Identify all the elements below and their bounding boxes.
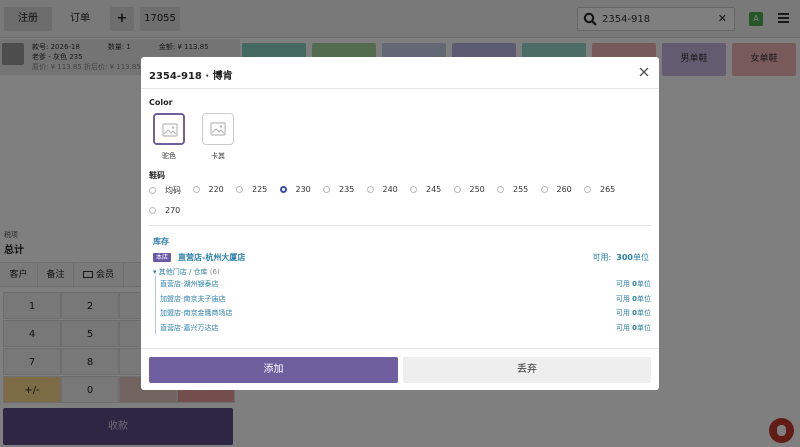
size-option-label: 265 <box>600 185 616 194</box>
size-option-label: 245 <box>426 185 442 194</box>
size-option-label: 均码 <box>165 186 181 195</box>
radio-icon[interactable] <box>323 186 330 193</box>
size-option[interactable]: 270 <box>149 206 180 215</box>
availability-unit: 单位 <box>637 309 651 317</box>
size-option-label: 270 <box>165 206 181 215</box>
size-option[interactable]: 255 <box>497 185 528 194</box>
radio-icon[interactable] <box>149 187 156 194</box>
other-stores-count: (6) <box>209 268 220 276</box>
list-item: 加盟店-南京金鹰商场店 可用 0单位 <box>156 305 651 320</box>
availability-unit: 单位 <box>637 294 651 303</box>
section-divider <box>149 225 651 226</box>
color-swatch-label: 驼色 <box>162 152 176 160</box>
size-option[interactable]: 250 <box>453 185 485 194</box>
add-button[interactable]: 添加 <box>149 357 398 383</box>
availability-unit: 单位 <box>637 280 651 288</box>
size-option[interactable]: 240 <box>366 185 398 194</box>
current-store-availability: 可用: 300单位 <box>593 252 650 263</box>
size-option-label: 240 <box>382 185 398 194</box>
availability-unit: 单位 <box>633 253 649 262</box>
current-store-name: 直营店-杭州大厦店 <box>178 253 246 262</box>
other-stores-list: 直营店-湖州银泰店 可用 0单位 加盟店-南京夫子庙店 可用 0单位 加盟店-南… <box>155 276 651 334</box>
availability-qty: 300 <box>616 253 633 262</box>
size-option[interactable]: 均码 <box>149 185 181 196</box>
size-option-label: 225 <box>252 185 268 194</box>
color-swatch-tan[interactable] <box>153 113 185 145</box>
product-variant-dialog: 2354-918 · 博肯 Color 驼色 卡其 鞋码 均码 220 225 230… <box>141 57 659 390</box>
size-option[interactable]: 235 <box>323 185 354 194</box>
size-option[interactable]: 245 <box>410 185 441 194</box>
availability-prefix: 可用 <box>615 294 630 303</box>
dialog-title: 2354-918 · 博肯 <box>149 71 233 82</box>
size-section-label: 鞋码 <box>149 171 165 180</box>
color-section-label: Color <box>149 98 173 107</box>
availability-unit: 单位 <box>637 323 651 332</box>
branch-name: 直营店-嘉兴万达店 <box>160 323 219 332</box>
radio-icon[interactable] <box>584 186 591 193</box>
color-swatch-khaki[interactable] <box>202 113 234 145</box>
size-option[interactable]: 265 <box>584 185 615 194</box>
size-option-label: 255 <box>513 185 529 194</box>
size-option-label: 220 <box>208 185 224 194</box>
discard-button[interactable]: 丢弃 <box>403 357 651 383</box>
other-stores-label: ▾ 其他门店 / 仓库 <box>153 268 208 276</box>
radio-icon[interactable] <box>149 207 156 214</box>
radio-icon[interactable] <box>236 186 243 193</box>
branch-name: 加盟店-南京夫子庙店 <box>160 294 226 303</box>
inventory-title: 库存 <box>153 237 169 246</box>
size-option-label: 235 <box>339 185 355 194</box>
size-option-label: 230 <box>295 185 311 194</box>
availability-prefix: 可用 <box>615 280 630 288</box>
radio-icon[interactable] <box>410 186 417 193</box>
radio-icon[interactable] <box>279 186 287 193</box>
size-option[interactable]: 230 <box>279 185 311 194</box>
image-placeholder-icon <box>162 123 178 137</box>
availability-prefix: 可用 <box>615 309 630 317</box>
list-item: 直营店-湖州银泰店 可用 0单位 <box>156 276 651 291</box>
list-item: 加盟店-南京夫子庙店 可用 0单位 <box>156 291 651 306</box>
size-option-label: 250 <box>469 185 485 194</box>
radio-icon[interactable] <box>366 186 374 193</box>
list-item: 直营店-嘉兴万达店 可用 0单位 <box>156 320 651 335</box>
radio-icon[interactable] <box>192 186 200 193</box>
branch-name: 加盟店-南京金鹰商场店 <box>160 309 233 317</box>
branch-availability: 可用 0单位 <box>616 308 651 318</box>
radio-icon[interactable] <box>540 186 548 193</box>
branch-availability: 可用 0单位 <box>616 279 651 289</box>
current-store-badge: 本店 <box>153 253 172 262</box>
branch-availability: 可用 0单位 <box>616 294 651 304</box>
size-option-label: 260 <box>556 185 572 194</box>
radio-icon[interactable] <box>497 186 504 193</box>
dialog-footer: 添加 丢弃 <box>141 348 659 390</box>
availability-prefix: 可用 <box>615 323 630 332</box>
close-icon[interactable] <box>637 65 651 79</box>
color-swatch-label: 卡其 <box>211 152 225 160</box>
availability-prefix: 可用: <box>592 253 612 262</box>
size-option[interactable]: 260 <box>540 185 572 194</box>
image-placeholder-icon <box>210 122 226 136</box>
dialog-header: 2354-918 · 博肯 <box>141 57 659 89</box>
radio-icon[interactable] <box>453 186 461 193</box>
size-option[interactable]: 220 <box>192 185 224 194</box>
size-option[interactable]: 225 <box>236 185 267 194</box>
branch-name: 直营店-湖州银泰店 <box>160 280 219 288</box>
branch-availability: 可用 0单位 <box>616 323 651 333</box>
